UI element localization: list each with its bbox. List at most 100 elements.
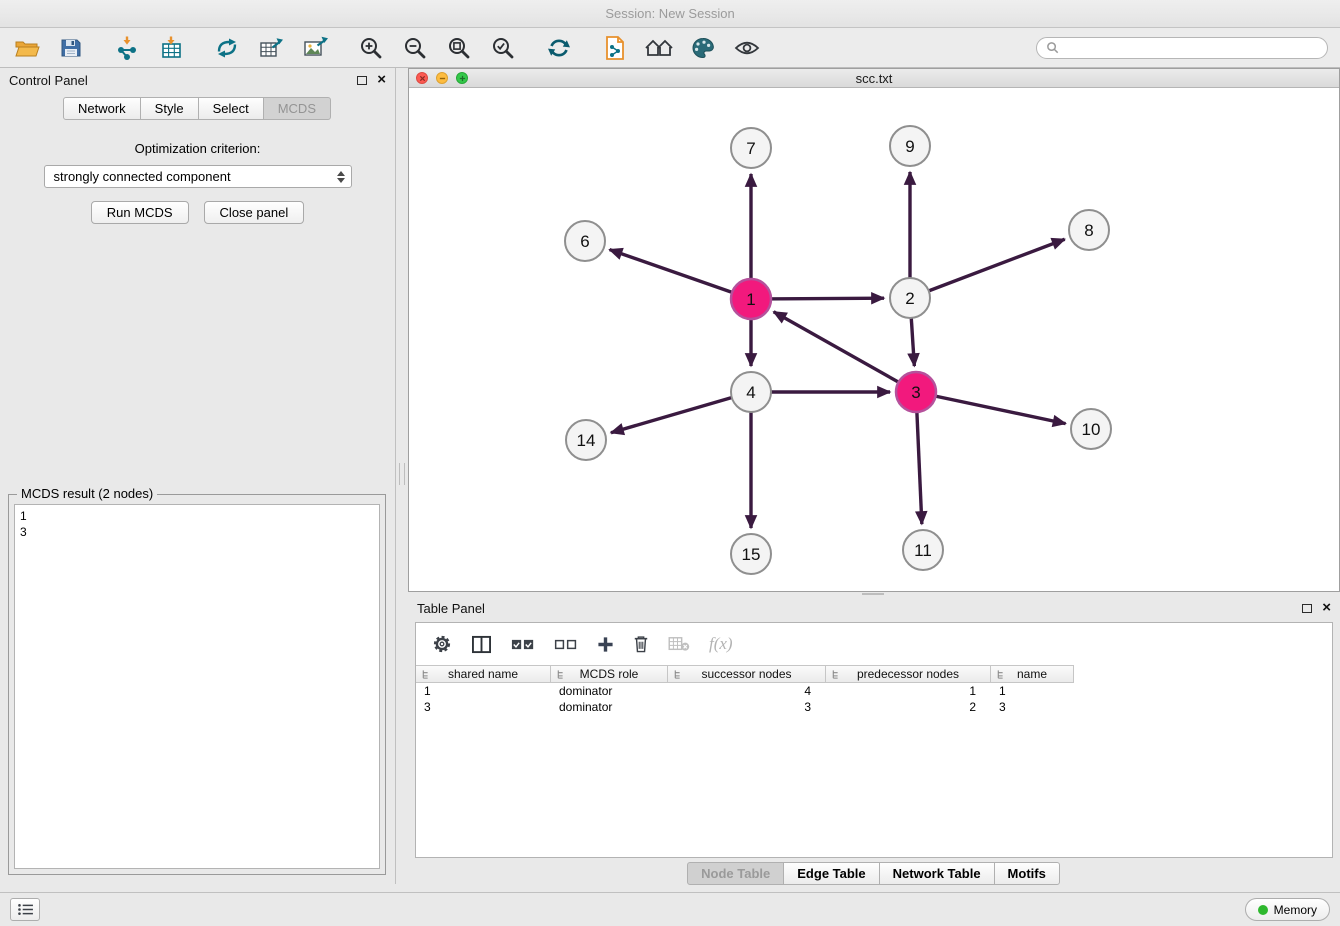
- column-header-predecessor-nodes[interactable]: predecessor nodes: [826, 665, 991, 683]
- node-1[interactable]: 1: [731, 279, 771, 319]
- home-icon[interactable]: [644, 33, 674, 63]
- memory-button-label: Memory: [1274, 903, 1317, 917]
- edge-1-2[interactable]: [757, 298, 884, 299]
- edge-3-11[interactable]: [916, 398, 922, 524]
- maximize-window-icon[interactable]: [456, 72, 468, 84]
- cell-predecessor-nodes[interactable]: 1: [826, 684, 991, 698]
- import-table-icon[interactable]: [156, 33, 186, 63]
- close-window-icon[interactable]: [416, 72, 428, 84]
- tab-edge-table[interactable]: Edge Table: [783, 862, 879, 885]
- edge-2-8[interactable]: [916, 239, 1065, 296]
- tab-select[interactable]: Select: [198, 97, 264, 120]
- tab-motifs[interactable]: Motifs: [994, 862, 1060, 885]
- open-session-icon[interactable]: [12, 33, 42, 63]
- cell-shared-name[interactable]: 1: [416, 684, 551, 698]
- node-9[interactable]: 9: [890, 126, 930, 166]
- delete-row-icon[interactable]: [633, 635, 649, 653]
- export-table-icon[interactable]: [256, 33, 286, 63]
- float-panel-icon[interactable]: [357, 76, 367, 85]
- node-2[interactable]: 2: [890, 278, 930, 318]
- table-row[interactable]: 3dominator323: [416, 699, 1332, 715]
- list-icon: [17, 903, 34, 916]
- splitter-grip-icon: [862, 593, 884, 595]
- cell-predecessor-nodes[interactable]: 2: [826, 700, 991, 714]
- tab-network-table[interactable]: Network Table: [879, 862, 995, 885]
- node-4[interactable]: 4: [731, 372, 771, 412]
- node-14[interactable]: 14: [566, 420, 606, 460]
- zoom-fit-icon[interactable]: [444, 33, 474, 63]
- share-network-icon[interactable]: [212, 33, 242, 63]
- panel-splitter-vertical[interactable]: [397, 68, 408, 892]
- cell-mcds-role[interactable]: dominator: [551, 684, 668, 698]
- cell-name[interactable]: 1: [991, 684, 1074, 698]
- tab-style[interactable]: Style: [140, 97, 199, 120]
- run-mcds-button[interactable]: Run MCDS: [91, 201, 189, 224]
- node-3[interactable]: 3: [896, 372, 936, 412]
- cell-successor-nodes[interactable]: 3: [668, 700, 826, 714]
- column-header-successor-nodes[interactable]: successor nodes: [668, 665, 826, 683]
- window-controls: [416, 72, 468, 84]
- table-row[interactable]: 1dominator411: [416, 683, 1332, 699]
- function-builder-icon[interactable]: f(x): [709, 634, 733, 654]
- tab-network[interactable]: Network: [63, 97, 141, 120]
- minimize-window-icon[interactable]: [436, 72, 448, 84]
- window-title: Session: New Session: [605, 6, 734, 21]
- delete-table-icon[interactable]: [668, 636, 690, 652]
- network-window-titlebar[interactable]: scc.txt: [409, 69, 1339, 88]
- column-header-shared-name[interactable]: shared name: [416, 665, 551, 683]
- gear-icon[interactable]: [432, 634, 452, 654]
- tab-mcds[interactable]: MCDS: [263, 97, 331, 120]
- import-network-icon[interactable]: [112, 33, 142, 63]
- node-10[interactable]: 10: [1071, 409, 1111, 449]
- cell-name[interactable]: 3: [991, 700, 1074, 714]
- column-header-mcds-role[interactable]: MCDS role: [551, 665, 668, 683]
- column-type-icon: [556, 669, 566, 680]
- zoom-selected-icon[interactable]: [488, 33, 518, 63]
- column-header-name[interactable]: name: [991, 665, 1074, 683]
- edge-3-10[interactable]: [922, 393, 1066, 423]
- zoom-in-icon[interactable]: [356, 33, 386, 63]
- node-7[interactable]: 7: [731, 128, 771, 168]
- close-panel-icon[interactable]: ×: [377, 74, 386, 86]
- main-toolbar: [0, 28, 1340, 68]
- mcds-result-box: MCDS result (2 nodes) 1 3: [8, 494, 386, 875]
- edge-3-1[interactable]: [774, 312, 911, 389]
- tab-node-table[interactable]: Node Table: [687, 862, 784, 885]
- save-session-icon[interactable]: [56, 33, 86, 63]
- optimization-criterion-label: Optimization criterion:: [0, 141, 395, 156]
- close-panel-icon[interactable]: ×: [1322, 602, 1331, 614]
- select-all-icon[interactable]: [511, 638, 535, 651]
- mcds-buttons-row: Run MCDS Close panel: [0, 201, 395, 224]
- control-panel-title: Control Panel: [9, 73, 88, 88]
- node-15[interactable]: 15: [731, 534, 771, 574]
- node-label: 6: [580, 232, 589, 251]
- zoom-out-icon[interactable]: [400, 33, 430, 63]
- network-canvas-area[interactable]: 7 9 6 8 1 2 4 3 14 10 15 11: [409, 88, 1339, 591]
- node-8[interactable]: 8: [1069, 210, 1109, 250]
- table-toolbar: f(x): [416, 623, 1332, 665]
- export-image-icon[interactable]: [300, 33, 330, 63]
- show-graphics-icon[interactable]: [732, 33, 762, 63]
- criterion-select[interactable]: strongly connected component: [44, 165, 352, 188]
- edge-1-6[interactable]: [610, 250, 746, 297]
- node-label: 3: [911, 383, 920, 402]
- node-11[interactable]: 11: [903, 530, 943, 570]
- network-document-icon[interactable]: [600, 33, 630, 63]
- edge-4-14[interactable]: [611, 394, 745, 433]
- add-row-icon[interactable]: [597, 636, 614, 653]
- toolbar-group-import: [112, 33, 186, 63]
- cell-successor-nodes[interactable]: 4: [668, 684, 826, 698]
- refresh-layout-icon[interactable]: [544, 33, 574, 63]
- node-6[interactable]: 6: [565, 221, 605, 261]
- search-input[interactable]: [1065, 41, 1318, 55]
- memory-button[interactable]: Memory: [1245, 898, 1330, 921]
- deselect-all-icon[interactable]: [554, 638, 578, 651]
- close-panel-button[interactable]: Close panel: [204, 201, 305, 224]
- cell-mcds-role[interactable]: dominator: [551, 700, 668, 714]
- float-panel-icon[interactable]: [1302, 604, 1312, 613]
- style-icon[interactable]: [688, 33, 718, 63]
- column-selector-icon[interactable]: [471, 635, 492, 654]
- node-label: 2: [905, 289, 914, 308]
- cell-shared-name[interactable]: 3: [416, 700, 551, 714]
- panel-menu-button[interactable]: [10, 898, 40, 921]
